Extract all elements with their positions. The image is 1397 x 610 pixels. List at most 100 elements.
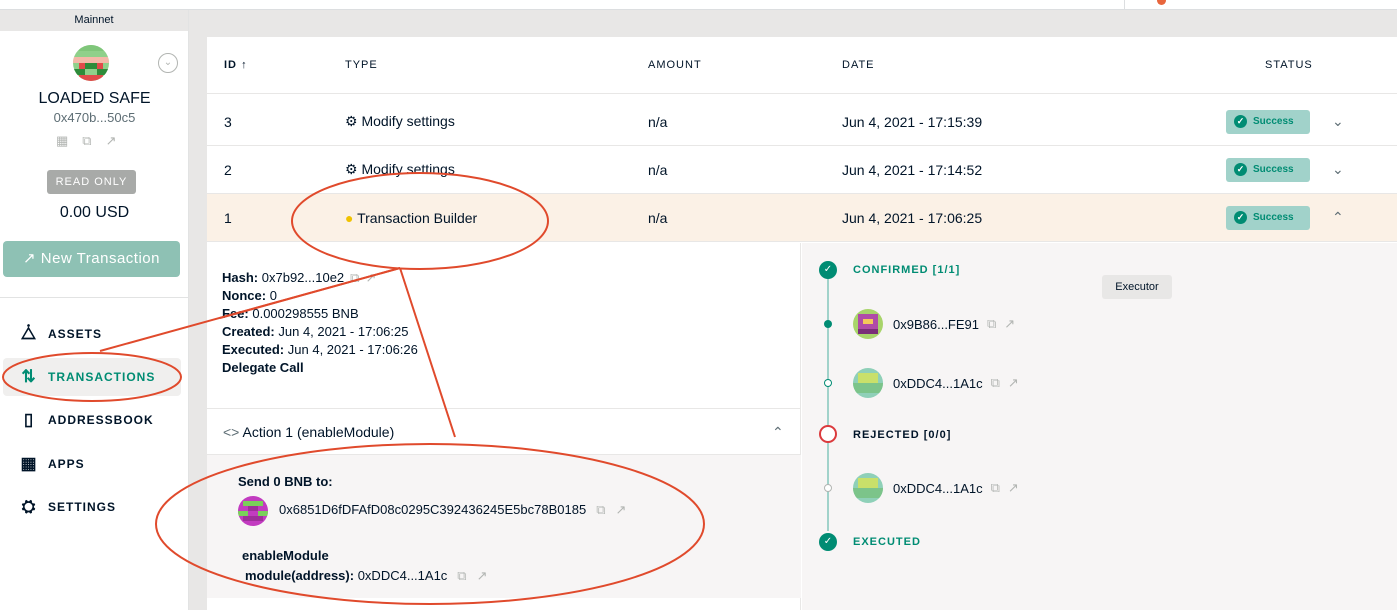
- confirmations-pane: ✓ CONFIRMED [1/1] 0x9B86...FE91 ⧉ ↗ 0xDD…: [802, 243, 1397, 610]
- sidebar: Mainnet ⌄ LOADED SAFE 0x470b...50c5 ▦ ⧉ …: [0, 10, 189, 610]
- rejected-circle-icon: [819, 425, 837, 443]
- notification-dot: [1157, 0, 1166, 5]
- owner-row: 0xDDC4...1A1c ⧉ ↗: [853, 368, 1019, 398]
- timeline-dot: [824, 320, 832, 328]
- sidebar-divider: [0, 297, 189, 298]
- external-link-icon[interactable]: ↗: [365, 270, 376, 285]
- table-header: ID ↑ TYPE AMOUNT DATE STATUS: [207, 37, 1397, 94]
- app-icon: ●: [345, 209, 354, 226]
- timeline-dot: [824, 484, 832, 492]
- row-id: 1: [224, 209, 232, 226]
- check-icon: ✓: [1234, 163, 1247, 176]
- new-transaction-label: New Transaction: [40, 250, 160, 267]
- timeline-dot: [824, 379, 832, 387]
- copy-icon: ⧉: [596, 502, 606, 517]
- owner-row: 0x9B86...FE91 ⧉ ↗: [853, 309, 1015, 339]
- sidebar-item-label: SETTINGS: [48, 500, 117, 514]
- table-row[interactable]: 2 ⚙ Modify settings n/a Jun 4, 2021 - 17…: [207, 146, 1397, 194]
- owner-avatar: [853, 309, 883, 339]
- qr-code-icon[interactable]: ▦: [56, 133, 68, 149]
- copy-icon: ⧉: [457, 568, 467, 583]
- chevron-down-icon[interactable]: ⌄: [1332, 161, 1344, 178]
- settings-icon: ⛭: [21, 497, 37, 516]
- action-header[interactable]: <> Action 1 (enableModule) ⌃: [207, 408, 801, 455]
- owner-row: 0xDDC4...1A1c ⧉ ↗: [853, 473, 1019, 503]
- copy-icon[interactable]: ⧉: [350, 270, 359, 285]
- external-link-icon[interactable]: ↗: [106, 133, 117, 149]
- copy-icon: ⧉: [990, 375, 1000, 390]
- sort-arrow-up-icon: ↑: [241, 59, 248, 71]
- new-transaction-button[interactable]: ↗ New Transaction: [3, 241, 180, 277]
- header-type: TYPE: [345, 59, 378, 71]
- safe-switch-chevron-icon[interactable]: ⌄: [158, 53, 178, 73]
- recipient-address: 0x6851D6fDFAfD08c0295C392436245E5bc78B01…: [279, 502, 627, 517]
- safe-address: 0x470b...50c5: [53, 110, 136, 125]
- row-amount: n/a: [648, 209, 668, 226]
- sidebar-item-label: TRANSACTIONS: [48, 370, 156, 384]
- sidebar-item-label: ADDRESSBOOK: [48, 413, 154, 427]
- code-icon: <>: [223, 424, 240, 440]
- call-type: Delegate Call: [222, 360, 304, 375]
- sidebar-item-assets[interactable]: ⧊ ASSETS: [3, 315, 181, 353]
- external-link-icon: ↗: [1004, 316, 1016, 331]
- timeline-line: [827, 271, 829, 531]
- tx-info: Hash: 0x7b92...10e2 ⧉ ↗ Nonce: 0 Fee: 0.00…: [222, 270, 418, 375]
- action-body: Send 0 BNB to: 0x6851D6fDFAfD08c0295C392…: [207, 455, 801, 598]
- copy-icon: ⧉: [987, 316, 997, 331]
- gear-icon: ⚙: [345, 113, 358, 129]
- table-row-selected[interactable]: 1 ● Transaction Builder n/a Jun 4, 2021 …: [207, 194, 1397, 242]
- row-type: ● Transaction Builder: [345, 209, 478, 226]
- owner-address: 0xDDC4...1A1c: [893, 480, 983, 496]
- sidebar-item-settings[interactable]: ⛭ SETTINGS: [3, 488, 181, 526]
- method-param: module(address): 0xDDC4...1A1c ⧉ ↗: [245, 568, 488, 583]
- chevron-down-icon[interactable]: ⌄: [1332, 113, 1344, 130]
- sidebar-item-transactions[interactable]: ⇅ TRANSACTIONS: [3, 358, 181, 396]
- confirmed-label: CONFIRMED [1/1]: [853, 264, 961, 276]
- sidebar-item-label: ASSETS: [48, 327, 103, 341]
- tx-hash: 0x7b92...10e2: [261, 270, 345, 285]
- transactions-icon: ⇅: [21, 367, 37, 386]
- owner-address: 0x9B86...FE91: [893, 316, 979, 332]
- top-bar: [0, 0, 1397, 10]
- row-type: ⚙ Modify settings: [345, 161, 455, 177]
- executed-label: EXECUTED: [853, 536, 921, 548]
- row-id: 2: [224, 161, 232, 178]
- header-amount: AMOUNT: [648, 59, 702, 71]
- check-icon: ✓: [1234, 211, 1247, 224]
- action-title: Action 1 (enableModule): [242, 424, 395, 440]
- tx-created: Jun 4, 2021 - 17:06:25: [278, 324, 409, 339]
- status-badge: ✓ Success: [1226, 157, 1310, 182]
- tx-fee: 0.000298555 BNB: [252, 306, 359, 321]
- apps-icon: ▦: [20, 454, 38, 473]
- chevron-up-icon[interactable]: ⌃: [1332, 209, 1344, 226]
- external-link-icon: ↗: [1007, 480, 1019, 495]
- copy-icon[interactable]: ⧉: [82, 133, 91, 149]
- table-row[interactable]: 3 ⚙ Modify settings n/a Jun 4, 2021 - 17…: [207, 98, 1397, 146]
- row-amount: n/a: [648, 161, 668, 178]
- executed-check-icon: ✓: [819, 533, 837, 551]
- sidebar-item-apps[interactable]: ▦ APPS: [3, 445, 181, 483]
- recipient-avatar: [238, 496, 268, 526]
- details-left-pane: Hash: 0x7b92...10e2 ⧉ ↗ Nonce: 0 Fee: 0.00…: [207, 243, 801, 610]
- executor-badge: Executor: [1102, 275, 1172, 299]
- row-id: 3: [224, 113, 232, 130]
- header-id[interactable]: ID ↑: [224, 59, 248, 71]
- top-bar-divider: [1124, 0, 1125, 10]
- transactions-table: ID ↑ TYPE AMOUNT DATE STATUS 3 ⚙ Modify …: [207, 37, 1397, 610]
- row-amount: n/a: [648, 113, 668, 130]
- header-date: DATE: [842, 59, 875, 71]
- external-link-icon: ↗: [615, 502, 627, 517]
- tx-nonce: 0: [269, 288, 277, 303]
- sidebar-item-addressbook[interactable]: ▯ ADDRESSBOOK: [3, 401, 181, 439]
- row-date: Jun 4, 2021 - 17:06:25: [842, 209, 983, 226]
- read-only-badge: READ ONLY: [47, 170, 136, 194]
- gear-icon: ⚙: [345, 161, 358, 177]
- method-name: enableModule: [242, 548, 329, 563]
- row-type: ⚙ Modify settings: [345, 113, 455, 129]
- header-status: STATUS: [1265, 59, 1313, 71]
- owner-address: 0xDDC4...1A1c: [893, 375, 983, 391]
- status-badge: ✓ Success: [1226, 205, 1310, 230]
- addressbook-icon: ▯: [23, 410, 35, 429]
- owner-avatar: [853, 368, 883, 398]
- owner-avatar: [853, 473, 883, 503]
